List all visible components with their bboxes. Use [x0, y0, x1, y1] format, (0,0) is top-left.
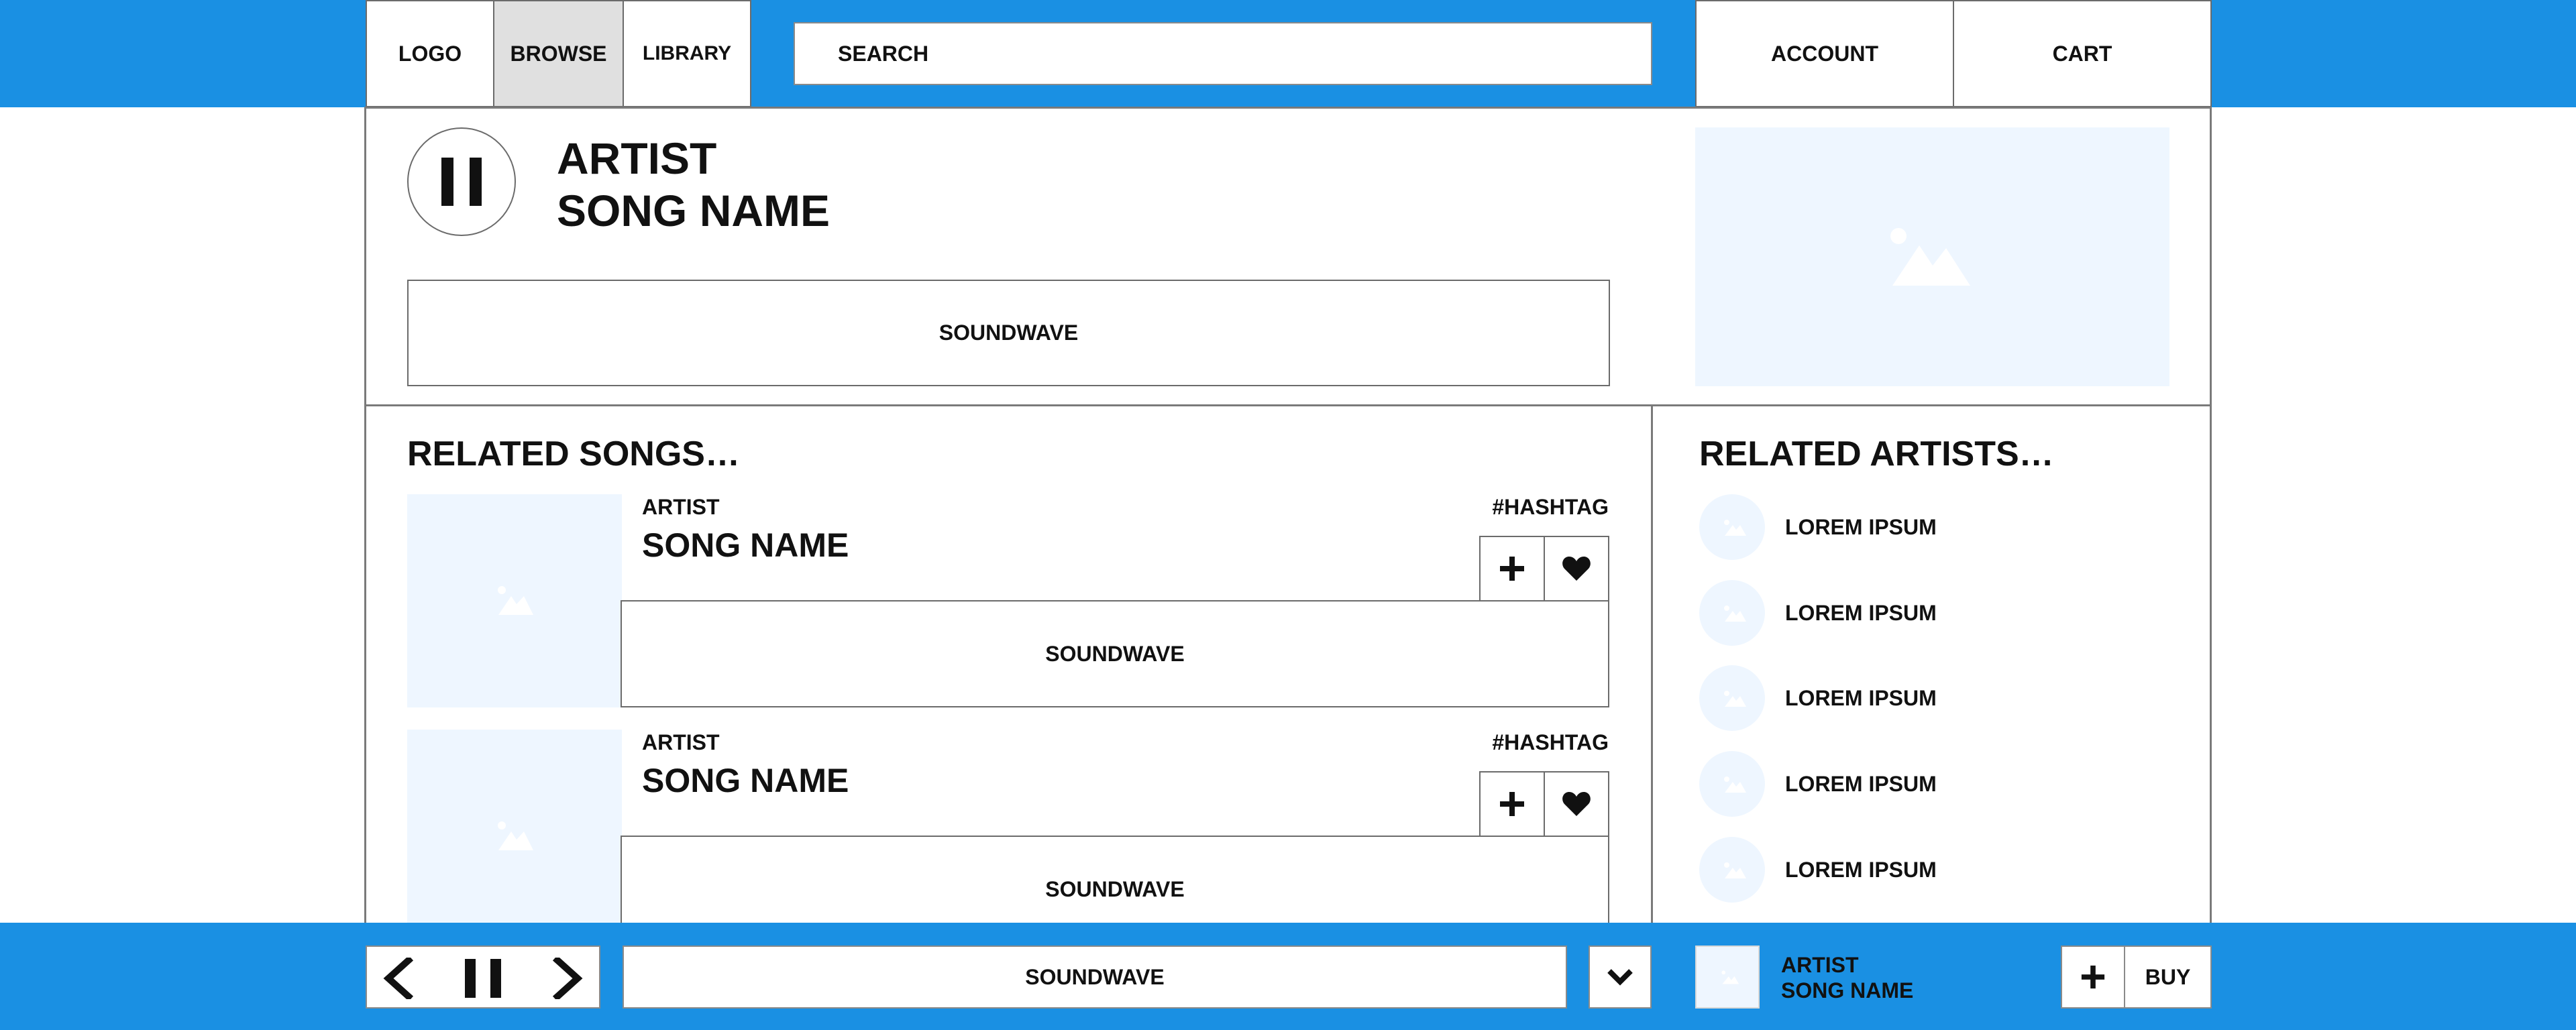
image-placeholder-icon: [1724, 862, 1746, 878]
transport-controls: [366, 946, 600, 1009]
pause-button[interactable]: [407, 127, 516, 236]
previous-icon[interactable]: [379, 958, 417, 999]
related-artist-item[interactable]: LOREM IPSUM: [1699, 837, 2169, 903]
image-placeholder-icon: [1724, 520, 1746, 536]
image-placeholder-icon: [498, 586, 533, 615]
related-song-artwork[interactable]: [407, 730, 622, 923]
player-artwork: [1695, 946, 1760, 1009]
related-song-name: SONG NAME: [642, 526, 849, 564]
logo[interactable]: LOGO: [366, 0, 494, 107]
related-artists-title: RELATED ARTISTS…: [1699, 435, 2054, 473]
nav-library-tab[interactable]: LIBRARY: [623, 0, 751, 107]
soundwave-label: SOUNDWAVE: [1025, 964, 1165, 989]
related-artist-name: LOREM IPSUM: [1785, 686, 1937, 710]
account-label: ACCOUNT: [1771, 41, 1878, 66]
library-label: LIBRARY: [642, 42, 732, 64]
search-input[interactable]: SEARCH: [794, 22, 1652, 85]
artist-avatar: [1699, 751, 1765, 817]
related-artist-name: LOREM IPSUM: [1785, 515, 1937, 539]
related-song-artist: ARTIST: [642, 495, 720, 519]
related-artist-name: LOREM IPSUM: [1785, 601, 1937, 625]
pause-icon[interactable]: [461, 958, 505, 999]
player-add-button[interactable]: [2061, 946, 2125, 1009]
soundwave-label: SOUNDWAVE: [1045, 641, 1185, 666]
buy-label: BUY: [2145, 964, 2191, 989]
soundwave-label: SOUNDWAVE: [1045, 876, 1185, 901]
artist-avatar: [1699, 665, 1765, 731]
buy-button[interactable]: BUY: [2124, 946, 2212, 1009]
artist-avatar: [1699, 837, 1765, 903]
related-artist-name: LOREM IPSUM: [1785, 772, 1937, 796]
add-to-playlist-button[interactable]: [1479, 771, 1545, 837]
heart-icon: [1562, 792, 1591, 816]
now-playing-song: SONG NAME: [557, 186, 830, 235]
plus-icon: [1500, 792, 1524, 816]
expand-player-button[interactable]: [1589, 946, 1652, 1009]
header-bottom-divider: [364, 107, 2212, 109]
related-artist-item[interactable]: LOREM IPSUM: [1699, 580, 2169, 646]
related-artist-item[interactable]: LOREM IPSUM: [1699, 751, 2169, 817]
related-column-divider: [1651, 404, 1653, 923]
related-songs-title: RELATED SONGS…: [407, 435, 740, 473]
related-artist-name: LOREM IPSUM: [1785, 858, 1937, 882]
related-song-soundwave[interactable]: SOUNDWAVE: [621, 600, 1609, 707]
now-playing-soundwave[interactable]: SOUNDWAVE: [407, 280, 1610, 386]
player-soundwave[interactable]: SOUNDWAVE: [623, 946, 1567, 1009]
like-button[interactable]: [1544, 771, 1609, 837]
related-song-hashtag[interactable]: #HASHTAG: [1492, 494, 1609, 520]
image-placeholder-icon: [1724, 691, 1746, 707]
frame-right-border: [2210, 107, 2212, 923]
related-artist-item[interactable]: LOREM IPSUM: [1699, 665, 2169, 731]
artist-avatar: [1699, 580, 1765, 646]
like-button[interactable]: [1544, 536, 1609, 602]
cart-label: CART: [2052, 41, 2112, 66]
related-song-artwork[interactable]: [407, 494, 622, 707]
pause-icon: [441, 158, 482, 206]
nav-browse-tab[interactable]: BROWSE: [493, 0, 624, 107]
soundwave-label: SOUNDWAVE: [938, 321, 1079, 345]
account-button[interactable]: ACCOUNT: [1695, 0, 1954, 107]
search-placeholder: SEARCH: [838, 41, 929, 66]
heart-icon: [1562, 557, 1591, 581]
image-placeholder-icon: [498, 821, 533, 850]
related-song-artist: ARTIST: [642, 730, 720, 754]
image-placeholder-icon: [1890, 228, 1970, 286]
related-song-hashtag[interactable]: #HASHTAG: [1492, 730, 1609, 755]
frame-left-border: [364, 107, 366, 923]
image-placeholder-icon: [1721, 970, 1739, 984]
image-placeholder-icon: [1724, 606, 1746, 622]
plus-icon: [2081, 965, 2105, 989]
chevron-down-icon: [1607, 969, 1633, 986]
add-to-playlist-button[interactable]: [1479, 536, 1545, 602]
related-song-name: SONG NAME: [642, 762, 849, 799]
now-playing-divider: [364, 404, 2212, 406]
next-icon[interactable]: [549, 958, 587, 999]
logo-label: LOGO: [398, 41, 462, 66]
player-artist: ARTIST: [1781, 953, 1859, 977]
related-artist-item[interactable]: LOREM IPSUM: [1699, 494, 2169, 560]
now-playing-artwork: [1695, 127, 2169, 386]
cart-button[interactable]: CART: [1953, 0, 2212, 107]
browse-label: BROWSE: [510, 41, 607, 66]
artist-avatar: [1699, 494, 1765, 560]
now-playing-artist: ARTIST: [557, 133, 717, 183]
plus-icon: [1500, 557, 1524, 581]
image-placeholder-icon: [1724, 777, 1746, 793]
player-song: SONG NAME: [1781, 978, 1914, 1003]
